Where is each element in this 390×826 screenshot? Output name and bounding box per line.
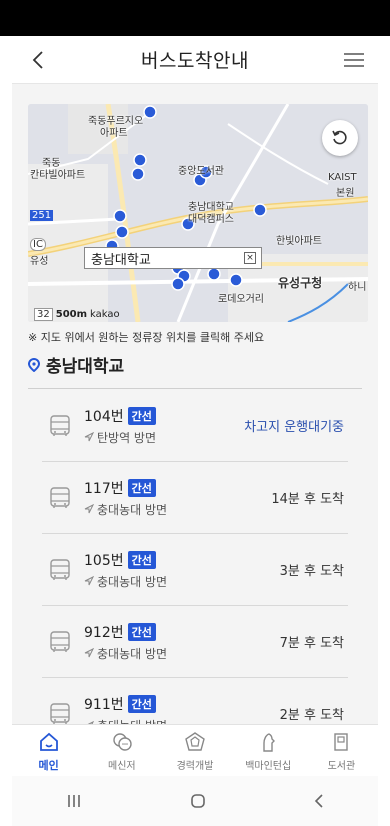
map-provider: kakao	[90, 309, 120, 320]
app-header: 버스도착안내	[12, 36, 378, 84]
map-label: 중앙도서관	[178, 166, 224, 177]
bus-number: 104번	[84, 408, 124, 425]
bottom-navigation: 메인 메신저 경력개발 백마인턴십 도서관	[12, 724, 378, 776]
back-nav-icon[interactable]	[312, 793, 326, 809]
bus-arrival-list: 104번 간선 탄방역 방면 차고지 운행대기중 117번 간선 충대농대 방면 1…	[42, 390, 348, 750]
arrival-status: 7분 후 도착	[279, 636, 344, 651]
map-label: 칸타빌아파트	[30, 170, 86, 181]
stop-title: 충남대학교	[28, 352, 124, 377]
bus-row[interactable]: 912번 간선 충대농대 방면 7분 후 도착	[42, 606, 348, 678]
arrival-status: 14분 후 도착	[271, 492, 344, 507]
stop-popup[interactable]: 충남대학교 ×	[84, 247, 262, 269]
direction-arrow-icon	[84, 432, 94, 442]
nav-label: 메인	[38, 759, 59, 772]
map-refresh-button[interactable]	[322, 120, 358, 156]
messenger-icon	[113, 733, 132, 751]
ic-marker: IC	[30, 238, 46, 251]
career-icon	[185, 732, 205, 751]
home-button-icon[interactable]	[189, 792, 207, 810]
refresh-icon	[332, 130, 347, 145]
nav-item-messenger[interactable]: 메신저	[85, 725, 158, 776]
hamburger-menu-icon	[344, 53, 364, 67]
route-type-badge: 간선	[127, 695, 156, 713]
bus-row[interactable]: 117번 간선 충대농대 방면 14분 후 도착	[42, 462, 348, 534]
nav-label: 도서관	[327, 761, 356, 772]
bus-number: 117번	[84, 480, 124, 497]
bus-icon	[50, 703, 70, 724]
nav-item-career[interactable]: 경력개발	[158, 725, 231, 776]
menu-button[interactable]	[342, 48, 366, 72]
stop-map[interactable]: 죽동푸르지오 아파트 죽동 칸타빌아파트 중앙도서관 충남대학교 대덕캠퍼스 K…	[28, 104, 368, 322]
map-label: 유성	[30, 256, 49, 267]
arrival-status: 차고지 운행대기중	[244, 420, 344, 435]
bus-number: 911번	[84, 697, 124, 713]
app-frame: 버스도착안내 죽동푸르지오 아파트 죽동 칸타빌아파트 중앙도서관 충남대학교 …	[12, 36, 378, 826]
location-pin-icon	[28, 357, 40, 372]
bus-number: 912번	[84, 624, 124, 641]
direction-arrow-icon	[84, 648, 94, 658]
stop-name: 충남대학교	[46, 357, 125, 377]
nav-item-main[interactable]: 메인	[12, 725, 85, 776]
nav-item-internship[interactable]: 백마인턴십	[232, 725, 305, 776]
nav-label: 백마인턴십	[245, 761, 292, 772]
bus-direction: 충대농대 방면	[97, 502, 168, 517]
map-label: KAIST	[328, 172, 357, 183]
bus-icon	[50, 414, 70, 436]
map-label: 로데오거리	[218, 294, 264, 305]
recent-apps-icon[interactable]	[64, 793, 84, 809]
internship-icon	[263, 733, 276, 752]
route-shield: 251	[30, 210, 54, 221]
map-label: 유성구청	[278, 276, 323, 290]
map-label: 대덕캠퍼스	[188, 214, 234, 225]
bus-direction: 탄방역 방면	[97, 430, 157, 445]
close-icon[interactable]: ×	[244, 252, 256, 264]
main-content: 죽동푸르지오 아파트 죽동 칸타빌아파트 중앙도서관 충남대학교 대덕캠퍼스 K…	[12, 84, 378, 733]
map-label: 하니	[348, 282, 367, 293]
bus-icon	[50, 486, 70, 508]
status-bar	[0, 0, 390, 36]
system-navigation-bar	[12, 776, 378, 826]
stop-popup-label: 충남대학교	[91, 252, 151, 268]
map-hint: ※ 지도 위에서 원하는 정류장 위치를 클릭해 주세요	[28, 331, 265, 344]
route-type-badge: 간선	[127, 550, 156, 569]
direction-arrow-icon	[84, 504, 94, 514]
arrival-status: 3분 후 도착	[279, 564, 344, 579]
bus-row[interactable]: 105번 간선 충대농대 방면 3분 후 도착	[42, 534, 348, 606]
bus-icon	[50, 558, 70, 580]
arrival-status: 2분 후 도착	[279, 708, 344, 723]
scale-label: 500m	[55, 309, 88, 320]
back-button[interactable]	[26, 46, 50, 74]
map-label: 아파트	[100, 128, 128, 139]
divider	[28, 388, 362, 389]
library-icon	[334, 733, 349, 751]
bus-direction: 충대농대 방면	[97, 574, 168, 589]
home-icon	[39, 732, 58, 751]
page-title: 버스도착안내	[141, 50, 249, 72]
bus-row[interactable]: 104번 간선 탄방역 방면 차고지 운행대기중	[42, 390, 348, 462]
map-label: 한빛아파트	[276, 236, 322, 247]
route-shield: 32	[34, 308, 53, 321]
nav-label: 경력개발	[176, 761, 214, 772]
chevron-left-icon	[32, 51, 43, 69]
map-scale: 32 500m kakao	[34, 308, 120, 321]
bus-direction: 충대농대 방면	[97, 646, 168, 661]
bus-icon	[50, 630, 70, 652]
direction-arrow-icon	[84, 576, 94, 586]
route-type-badge: 간선	[127, 478, 156, 497]
route-type-badge: 간선	[127, 406, 156, 425]
map-label: 본원	[336, 188, 355, 199]
nav-label: 메신저	[108, 761, 136, 772]
route-type-badge: 간선	[127, 622, 156, 641]
nav-item-library[interactable]: 도서관	[305, 725, 378, 776]
bus-number: 105번	[84, 552, 124, 569]
